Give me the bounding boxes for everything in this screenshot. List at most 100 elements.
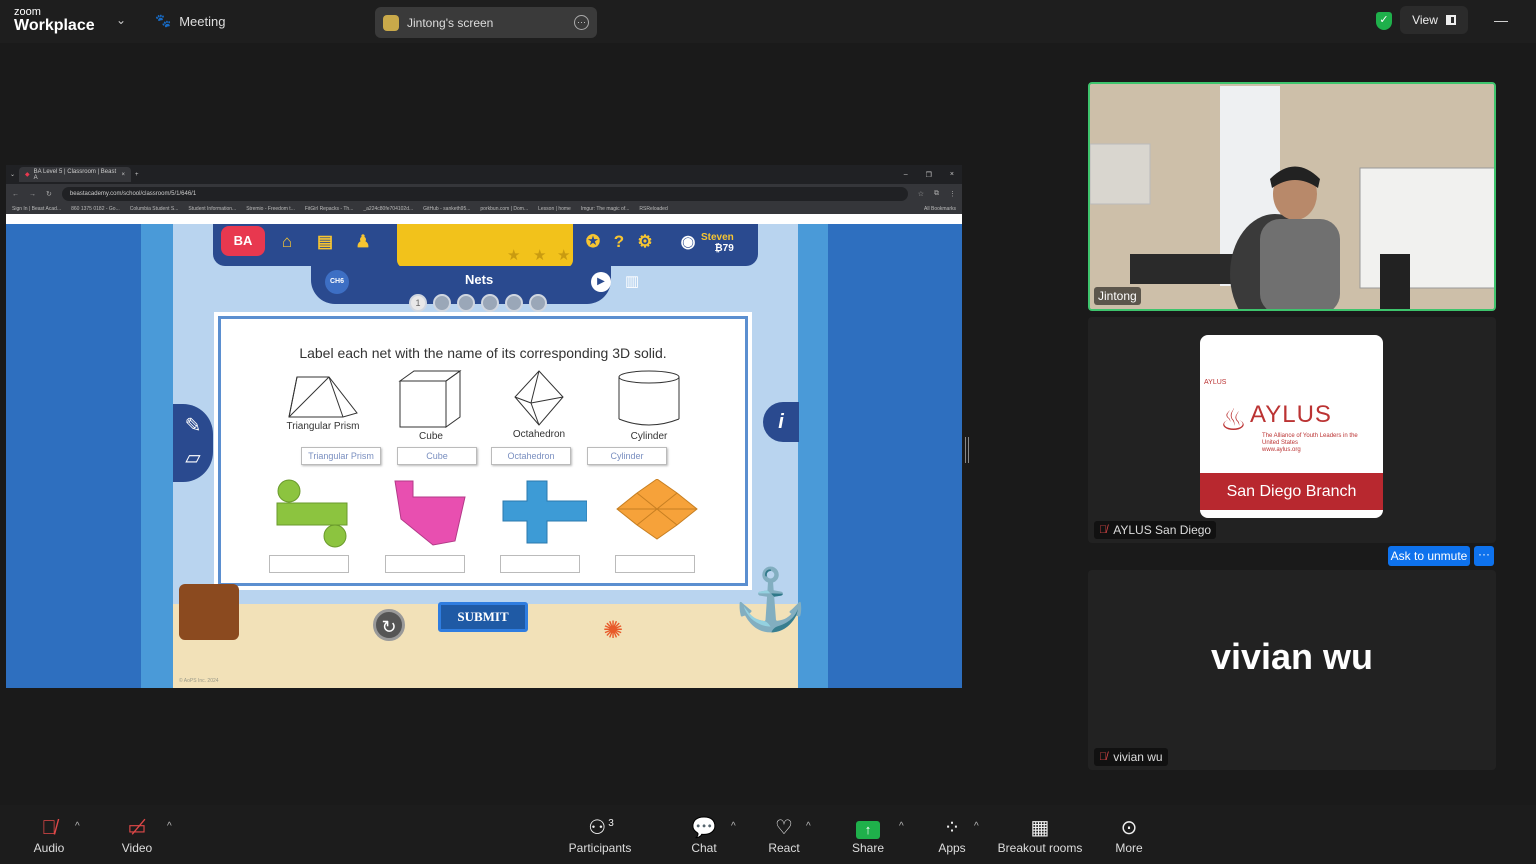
extensions-icon[interactable]: ⧉ xyxy=(934,190,939,198)
eraser-icon[interactable]: ▱ xyxy=(173,442,213,474)
participant-tile-vivian[interactable]: vivian wu 🎙̸ vivian wu xyxy=(1088,570,1496,770)
participant-tile-aylus[interactable]: AYLUS ♨ AYLUS The Alliance of Youth Lead… xyxy=(1088,317,1496,543)
chat-options-caret-icon[interactable]: ^ xyxy=(731,821,736,832)
participant-display-name: vivian wu xyxy=(1210,636,1374,677)
bookmark-item[interactable]: Lesson | home xyxy=(538,206,571,212)
shared-screen: ⌄ ◆ BA Level 5 | Classroom | Beast A × +… xyxy=(6,165,962,688)
more-icon: ⊙ xyxy=(1120,817,1138,839)
net-cube-shape[interactable] xyxy=(499,479,587,545)
browser-tab[interactable]: ◆ BA Level 5 | Classroom | Beast A × xyxy=(19,167,132,182)
progress-dot[interactable] xyxy=(457,294,475,312)
minimize-icon[interactable]: — xyxy=(1494,12,1508,28)
answer-chip[interactable]: Cube xyxy=(397,447,477,465)
submit-button[interactable]: SUBMIT xyxy=(438,602,528,632)
net-octahedron-shape[interactable] xyxy=(615,479,699,541)
video-off-icon: ▭̸ xyxy=(127,817,147,839)
video-icon[interactable]: ♟ xyxy=(353,232,373,252)
tab-search-icon[interactable]: ⌄ xyxy=(10,171,15,178)
video-button[interactable]: ▭̸ Video xyxy=(97,815,177,855)
participants-button[interactable]: ⚇ 3 Participants xyxy=(560,815,640,855)
play-icon[interactable]: ▶ xyxy=(591,272,611,292)
aylus-branch-band: San Diego Branch xyxy=(1200,473,1383,510)
bookmark-item[interactable]: porkbun.com | Dom... xyxy=(480,206,528,212)
video-options-caret-icon[interactable]: ^ xyxy=(167,821,172,832)
progress-dot[interactable] xyxy=(529,294,547,312)
breakout-rooms-button[interactable]: ▦ Breakout rooms xyxy=(990,815,1090,855)
new-tab-icon[interactable]: + xyxy=(135,172,139,178)
chevron-down-icon[interactable]: ⌄ xyxy=(116,13,126,27)
net-cylinder-shape[interactable] xyxy=(275,479,349,549)
share-button[interactable]: ↑ Share xyxy=(828,815,908,855)
progress-dot[interactable]: 1 xyxy=(409,294,427,312)
info-icon[interactable]: i xyxy=(763,402,799,442)
bookmark-item[interactable]: RSReloaded xyxy=(639,206,667,212)
react-options-caret-icon[interactable]: ^ xyxy=(806,821,811,832)
answer-blank[interactable] xyxy=(385,555,465,573)
window-restore-icon[interactable]: ❐ xyxy=(926,171,932,179)
book-open-icon[interactable]: ▥ xyxy=(625,272,639,290)
star-icon: ★ xyxy=(533,247,547,264)
net-triangular-prism-shape[interactable] xyxy=(393,479,473,547)
aylus-logo: AYLUS ♨ AYLUS The Alliance of Youth Lead… xyxy=(1200,335,1383,518)
progress-dot[interactable] xyxy=(433,294,451,312)
book-icon[interactable]: ▤ xyxy=(315,232,335,252)
progress-dot[interactable] xyxy=(505,294,523,312)
participant-video-jintong[interactable]: Jintong xyxy=(1088,82,1496,311)
bookmark-item[interactable]: Sign In | Beast Acad... xyxy=(12,206,61,212)
share-options-caret-icon[interactable]: ^ xyxy=(899,821,904,832)
video-label: Video xyxy=(121,841,153,855)
answer-blank[interactable] xyxy=(269,555,349,573)
answer-chip[interactable]: Cylinder xyxy=(587,447,667,465)
splitter-handle[interactable] xyxy=(965,437,969,463)
answer-blank[interactable] xyxy=(615,555,695,573)
answer-chip[interactable]: Octahedron xyxy=(491,447,571,465)
react-button[interactable]: ♡ React xyxy=(744,815,824,855)
chapter-badge[interactable]: CH6 xyxy=(325,270,349,294)
achievements-icon[interactable]: ✪ xyxy=(583,232,603,252)
ba-logo[interactable]: BA xyxy=(221,226,265,256)
bookmark-item[interactable]: Imgur: The magic of... xyxy=(581,206,630,212)
menu-icon[interactable]: ⋮ xyxy=(949,190,956,198)
zoom-logo[interactable]: zoom Workplace xyxy=(14,7,95,34)
progress-dot[interactable] xyxy=(481,294,499,312)
participant-more-button[interactable]: ··· xyxy=(1474,546,1494,566)
bookmark-item[interactable]: Columbia Student S... xyxy=(130,206,179,212)
forward-icon[interactable]: → xyxy=(29,191,36,198)
shared-screen-pill[interactable]: Jintong's screen ··· xyxy=(375,7,597,38)
help-icon[interactable]: ? xyxy=(609,232,629,252)
bookmark-item[interactable]: FitGirl Repacks - Th... xyxy=(305,206,354,212)
window-close-icon[interactable]: × xyxy=(950,171,954,179)
reset-icon[interactable]: ↻ xyxy=(373,609,405,641)
close-icon[interactable]: × xyxy=(122,172,126,178)
problem-card: Label each net with the name of its corr… xyxy=(218,316,748,586)
bookmark-item[interactable]: All Bookmarks xyxy=(924,206,956,212)
apps-button[interactable]: ⁘ Apps xyxy=(912,815,992,855)
bookmark-star-icon[interactable]: ☆ xyxy=(918,190,924,198)
bookmark-item[interactable]: GitHub - sanketh95... xyxy=(423,206,470,212)
more-options-icon[interactable]: ··· xyxy=(574,15,589,30)
bookmark-item[interactable]: Student Information... xyxy=(188,206,236,212)
address-bar[interactable]: beastacademy.com/school/classroom/5/1/64… xyxy=(61,187,908,201)
window-minimize-icon[interactable]: – xyxy=(904,171,908,179)
tools-drawer[interactable]: ✎ ▱ xyxy=(173,404,213,482)
bookmark-item[interactable]: _a224c80fe704102d... xyxy=(363,206,413,212)
answer-chip[interactable]: Triangular Prism xyxy=(301,447,381,465)
meeting-menu[interactable]: 🐾 Meeting xyxy=(155,13,225,29)
bookmark-item[interactable]: 860 1375 0182 - Go... xyxy=(71,206,120,212)
home-icon[interactable]: ⌂ xyxy=(277,232,297,252)
back-icon[interactable]: ← xyxy=(12,191,19,198)
encryption-shield-icon[interactable]: ✓ xyxy=(1376,12,1392,30)
more-button[interactable]: ⊙ More xyxy=(1089,815,1169,855)
profile-avatar-icon[interactable]: ◉ xyxy=(678,232,698,252)
user-info[interactable]: Steven ₿79 xyxy=(701,232,734,254)
answer-blank[interactable] xyxy=(500,555,580,573)
reload-icon[interactable]: ↻ xyxy=(46,190,52,198)
audio-options-caret-icon[interactable]: ^ xyxy=(75,821,80,832)
view-button[interactable]: View xyxy=(1400,6,1468,34)
pencil-icon[interactable]: ✎ xyxy=(173,410,213,442)
apps-options-caret-icon[interactable]: ^ xyxy=(974,821,979,832)
bookmark-item[interactable]: Stremio - Freedom t... xyxy=(246,206,295,212)
ask-to-unmute-button[interactable]: Ask to unmute xyxy=(1388,546,1470,566)
settings-icon[interactable]: ⚙ xyxy=(635,232,655,252)
cube-icon xyxy=(398,370,462,428)
